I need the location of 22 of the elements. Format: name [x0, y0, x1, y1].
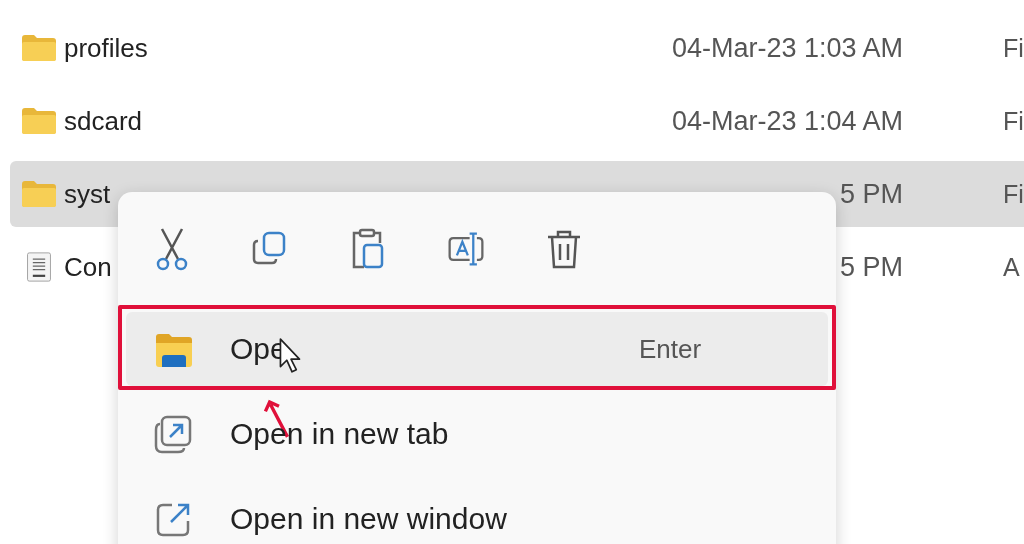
shortcut-text: Enter — [639, 333, 702, 365]
date-modified: 5 PM — [838, 178, 903, 210]
file-name: Con — [64, 251, 113, 283]
menu-item[interactable]: Open in new tab — [126, 397, 828, 471]
file-row[interactable]: sdcard 04-Mar-23 1:04 AM Fi — [10, 88, 1024, 154]
date-modified: 04-Mar-23 1:03 AM — [670, 32, 903, 64]
file-type: A — [1003, 252, 1020, 282]
file-type: Fi — [1003, 33, 1024, 63]
file-name: profiles — [64, 32, 149, 64]
folder-icon — [22, 179, 56, 209]
file-type: Fi — [1003, 106, 1024, 136]
file-name: syst — [64, 178, 112, 210]
file-name: sdcard — [64, 105, 144, 137]
folder-icon — [22, 33, 56, 63]
date-modified: 04-Mar-23 1:04 AM — [670, 105, 903, 137]
menu-item[interactable]: Open in new window — [126, 482, 828, 544]
file-row[interactable]: Con 5 PM A — [10, 234, 1024, 300]
date-modified: 5 PM — [838, 251, 903, 283]
file-row[interactable]: profiles 04-Mar-23 1:03 AM Fi — [10, 15, 1024, 81]
folder-icon — [22, 106, 56, 136]
file-type: Fi — [1003, 179, 1024, 209]
new-tab-icon — [154, 414, 194, 454]
